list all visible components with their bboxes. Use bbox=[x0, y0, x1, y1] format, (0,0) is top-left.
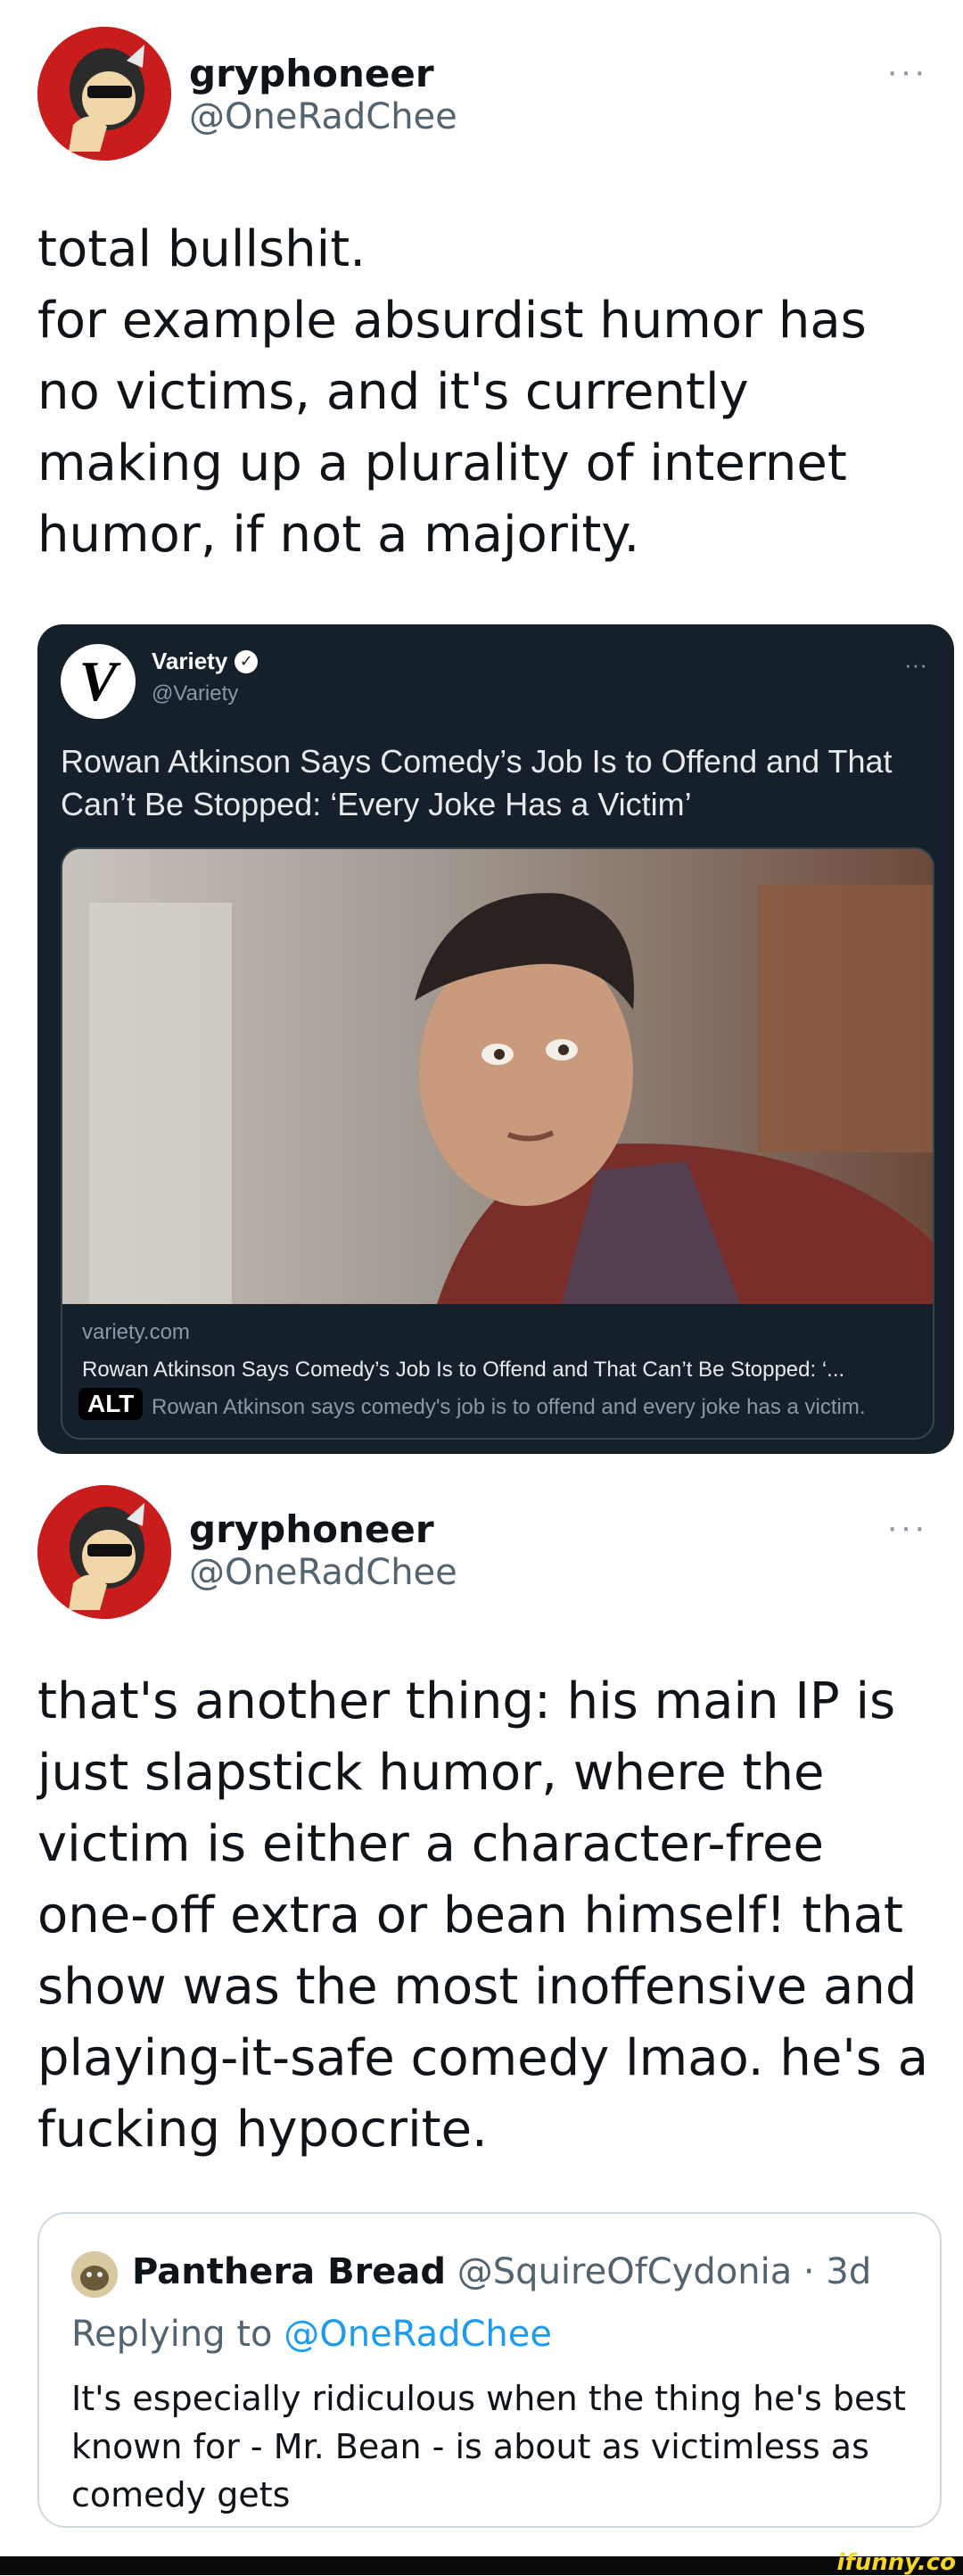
tweet-text: that's another thing: his main IP is jus… bbox=[37, 1672, 929, 2159]
more-options-icon[interactable]: ··· bbox=[886, 52, 927, 92]
link-domain: variety.com bbox=[82, 1320, 190, 1344]
tweet-text: total bullshit. for example absurdist hu… bbox=[37, 220, 867, 564]
quoted-user-avatar[interactable] bbox=[71, 2251, 118, 2298]
link-preview-card[interactable]: variety.com Rowan Atkinson Says Comedy’s… bbox=[61, 847, 934, 1440]
more-options-icon[interactable]: ··· bbox=[886, 1507, 927, 1548]
quoted-handle[interactable]: @SquireOfCydonia bbox=[457, 2251, 792, 2292]
link-description: Rowan Atkinson says comedy's job is to o… bbox=[152, 1395, 866, 1419]
user-avatar[interactable] bbox=[37, 27, 171, 161]
ifunny-watermark-logo: ifunny.co bbox=[836, 2549, 956, 2576]
embedded-tweet-text: Rowan Atkinson Says Comedy’s Job Is to O… bbox=[61, 743, 893, 822]
embedded-more-icon[interactable]: ··· bbox=[904, 651, 927, 679]
gryphon-avatar-icon bbox=[37, 27, 171, 161]
user-avatar[interactable] bbox=[37, 1485, 171, 1619]
footer-bar bbox=[0, 2556, 963, 2575]
alt-text-badge[interactable]: ALT bbox=[78, 1388, 144, 1420]
link-preview-image bbox=[62, 849, 933, 1304]
link-title: Rowan Atkinson Says Comedy’s Job Is to O… bbox=[82, 1358, 845, 1382]
quoted-header: Panthera Bread @SquireOfCydonia · 3d bbox=[132, 2251, 871, 2292]
quoted-timestamp[interactable]: 3d bbox=[826, 2251, 871, 2292]
quoted-tweet-text: It's especially ridiculous when the thin… bbox=[71, 2379, 907, 2514]
separator-dot: · bbox=[792, 2251, 827, 2292]
variety-logo: V bbox=[61, 644, 136, 719]
replying-prefix: Replying to bbox=[71, 2314, 284, 2355]
reply-mention-link[interactable]: @OneRadChee bbox=[284, 2314, 552, 2355]
verified-badge-icon: ✓ bbox=[235, 649, 259, 673]
gryphon-avatar-icon bbox=[37, 1485, 171, 1619]
quoted-display-name[interactable]: Panthera Bread bbox=[132, 2251, 446, 2292]
quoted-tweet[interactable]: Panthera Bread @SquireOfCydonia · 3d Rep… bbox=[37, 2212, 942, 2528]
panther-avatar-icon bbox=[71, 2251, 118, 2298]
user-handle[interactable]: @OneRadChee bbox=[189, 1552, 457, 1593]
replying-to-line: Replying to @OneRadChee bbox=[71, 2314, 552, 2355]
embedded-handle[interactable]: @Variety bbox=[152, 681, 238, 706]
user-handle[interactable]: @OneRadChee bbox=[189, 96, 457, 137]
embedded-tweet-card[interactable]: V Variety ✓ @Variety ··· Rowan Atkinson … bbox=[37, 624, 954, 1454]
display-name[interactable]: gryphoneer bbox=[189, 1507, 434, 1551]
display-name[interactable]: gryphoneer bbox=[189, 52, 434, 95]
embedded-display-name[interactable]: Variety ✓ bbox=[152, 648, 259, 675]
embedded-name-text: Variety bbox=[152, 648, 228, 674]
